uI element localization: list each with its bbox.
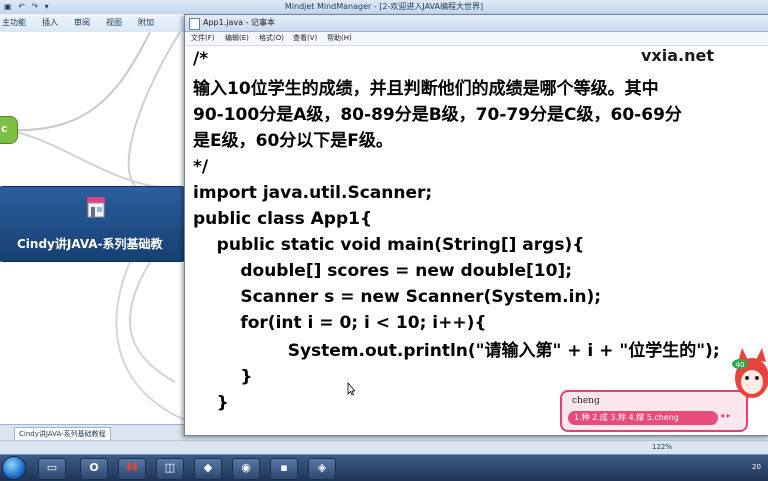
ime-mascot-icon[interactable]: 40 bbox=[730, 346, 768, 404]
zoom-level[interactable]: 122% bbox=[652, 443, 672, 451]
code-line: 是E级，60分以下是F级。 bbox=[193, 131, 393, 151]
menu-help[interactable]: 帮助(H) bbox=[327, 33, 352, 43]
central-topic[interactable]: Cindy讲JAVA-系列基础教 bbox=[0, 186, 190, 262]
taskbar-chrome-button[interactable]: ◉ bbox=[232, 458, 260, 480]
code-line: public class App1{ bbox=[193, 209, 373, 229]
chrome-icon: ◉ bbox=[241, 461, 251, 474]
ribbon-tab-review[interactable]: 审阅 bbox=[74, 17, 90, 28]
taskbar-app-button-3[interactable]: ◈ bbox=[308, 458, 336, 480]
notepad-title: App1.java - 记事本 bbox=[203, 18, 275, 27]
code-line: import java.util.Scanner; bbox=[193, 183, 433, 203]
start-button[interactable] bbox=[2, 456, 26, 480]
mouse-cursor-icon bbox=[347, 382, 355, 396]
ime-candidate-list[interactable]: 1.种 2.成 3.称 4.撑 5.cheng bbox=[568, 411, 718, 425]
ribbon-tab-addins[interactable]: 附加 bbox=[138, 17, 154, 28]
taskbar-explorer-button[interactable]: ▭ bbox=[38, 458, 66, 480]
app-icon: ◆ bbox=[203, 461, 213, 474]
menu-format[interactable]: 格式(O) bbox=[259, 33, 284, 43]
taskbar-mindmanager-button[interactable]: M bbox=[118, 458, 146, 480]
outlook-icon: O bbox=[89, 461, 99, 474]
ime-composition-text: cheng bbox=[572, 396, 600, 406]
mindmanager-icon: M bbox=[126, 461, 138, 474]
app-icon: ◈ bbox=[317, 461, 327, 474]
console-icon: ▪ bbox=[280, 461, 288, 474]
taskbar-app-button[interactable]: ◫ bbox=[156, 458, 184, 480]
ime-candidates[interactable]: 1.种 2.成 3.称 4.撑 5.cheng bbox=[574, 412, 679, 423]
code-line: System.out.println("请输入第" + i + "位学生的"); bbox=[193, 341, 720, 361]
mindmanager-titlebar: ▣ ↶ ↷ ▾ Mindjet MindManager - [2-欢迎进入JAV… bbox=[0, 0, 768, 15]
code-line: public static void main(String[] args){ bbox=[193, 235, 585, 255]
notepad-text-area[interactable]: /* vxia.net 输入10位学生的成绩，并且判断他们的成绩是哪个等级。其中… bbox=[185, 46, 768, 435]
code-line: /* bbox=[193, 49, 209, 69]
code-line: for(int i = 0; i < 10; i++){ bbox=[193, 313, 487, 333]
tray-clock[interactable]: 20 bbox=[752, 463, 761, 471]
code-line: */ bbox=[193, 157, 209, 177]
code-line: double[] scores = new double[10]; bbox=[193, 261, 572, 281]
mascot-badge: 40 bbox=[736, 361, 745, 369]
notepad-icon bbox=[189, 18, 200, 30]
central-topic-label: Cindy讲JAVA-系列基础教 bbox=[17, 237, 163, 251]
folder-icon: ▭ bbox=[46, 461, 58, 474]
ime-page-arrows-icon[interactable]: ◂ ▸ bbox=[720, 411, 731, 420]
status-bar: 122% bbox=[0, 440, 768, 455]
ribbon-tab-view[interactable]: 视图 bbox=[106, 17, 122, 28]
notepad-titlebar[interactable]: App1.java - 记事本 bbox=[185, 15, 768, 32]
menu-file[interactable]: 文件(F) bbox=[191, 33, 215, 43]
code-line: } bbox=[193, 367, 253, 387]
ribbon-tab-insert[interactable]: 插入 bbox=[42, 17, 58, 28]
code-line: Scanner s = new Scanner(System.in); bbox=[193, 287, 602, 307]
taskbar-app-button-2[interactable]: ◆ bbox=[194, 458, 222, 480]
subtopic-marker-icon: c bbox=[1, 122, 8, 135]
ribbon-tab-home[interactable]: 主功能 bbox=[2, 17, 26, 28]
window-icon: ◫ bbox=[164, 461, 176, 474]
notepad-menubar: 文件(F) 编辑(E) 格式(O) 查看(V) 帮助(H) bbox=[185, 32, 768, 46]
taskbar-outlook-button[interactable]: O bbox=[80, 458, 108, 480]
taskbar: ▭ O M ◫ ◆ ◉ ▪ ◈ 20 bbox=[0, 454, 768, 481]
menu-view[interactable]: 查看(V) bbox=[293, 33, 317, 43]
taskbar-console-button[interactable]: ▪ bbox=[270, 458, 298, 480]
menu-edit[interactable]: 编辑(E) bbox=[225, 33, 249, 43]
store-icon bbox=[87, 197, 105, 218]
watermark: vxia.net bbox=[641, 46, 714, 65]
code-line: 90-100分是A级，80-89分是B级，70-79分是C级，60-69分 bbox=[193, 105, 682, 125]
code-line: 输入10位学生的成绩，并且判断他们的成绩是哪个等级。其中 bbox=[193, 79, 659, 99]
ime-candidate-window[interactable]: cheng 1.种 2.成 3.称 4.撑 5.cheng ◂ ▸ bbox=[560, 390, 748, 432]
sheet-tab[interactable]: Cindy讲JAVA-系列基础教程 bbox=[14, 427, 111, 441]
notepad-window: App1.java - 记事本 文件(F) 编辑(E) 格式(O) 查看(V) … bbox=[184, 14, 768, 436]
mindmanager-window-title: Mindjet MindManager - [2-欢迎进入JAVA编程大世界] bbox=[284, 2, 484, 11]
left-subtopic[interactable]: c bbox=[0, 116, 18, 144]
code-line: } bbox=[193, 393, 229, 413]
